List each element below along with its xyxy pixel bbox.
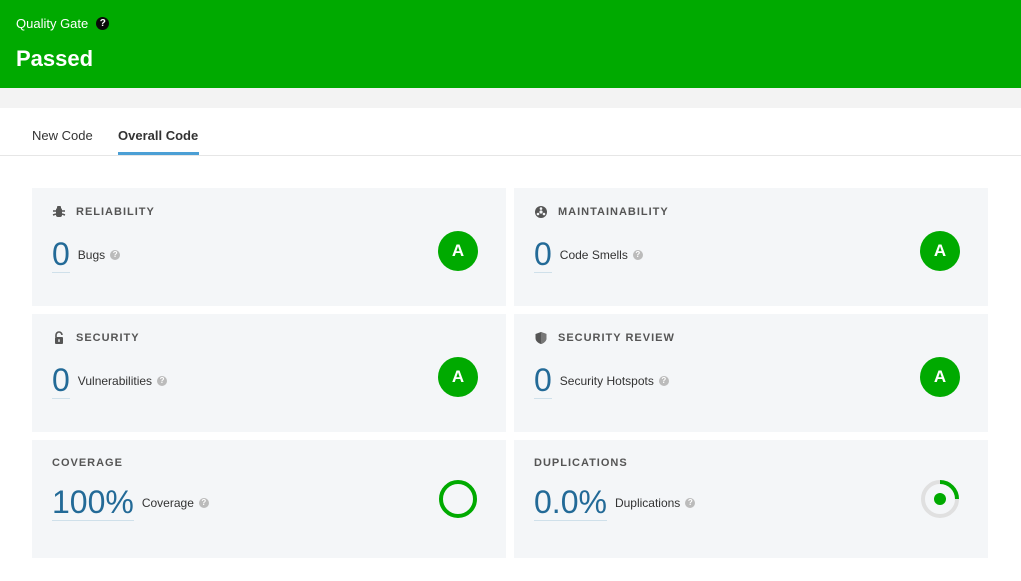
coverage-title: COVERAGE: [52, 457, 123, 469]
tab-overall-code[interactable]: Overall Code: [118, 128, 198, 143]
divider-strip: [0, 88, 1021, 108]
security-title-text: SECURITY: [76, 332, 140, 344]
duplications-title-text: DUPLICATIONS: [534, 457, 628, 469]
coverage-label-text: Coverage: [141, 495, 194, 510]
help-icon[interactable]: ?: [110, 249, 121, 260]
bug-icon: [52, 205, 66, 219]
security-review-card: SECURITY REVIEW 0 Security Hotspots? A: [514, 314, 988, 432]
help-icon[interactable]: ?: [685, 497, 696, 508]
code-smells-label-text: Code Smells: [559, 247, 628, 262]
quality-gate-label: Quality Gate ?: [16, 16, 110, 31]
vulnerabilities-metric: 0 Vulnerabilities?: [52, 362, 168, 399]
duplications-card: DUPLICATIONS 0.0% Duplications?: [514, 440, 988, 558]
help-icon[interactable]: ?: [96, 17, 110, 30]
help-icon[interactable]: ?: [157, 375, 168, 386]
security-hotspots-label: Security Hotspots?: [560, 374, 669, 388]
quality-gate-title: Quality Gate: [16, 16, 89, 31]
coverage-title-text: COVERAGE: [52, 457, 123, 469]
maintainability-title-text: MAINTAINABILITY: [558, 206, 669, 218]
bugs-metric: 0 Bugs?: [52, 236, 121, 273]
quality-gate-banner: Quality Gate ? Passed: [0, 0, 1021, 88]
coverage-label: Coverage?: [142, 496, 209, 510]
vulnerabilities-label-text: Vulnerabilities: [77, 373, 153, 388]
reliability-rating[interactable]: A: [438, 231, 478, 271]
help-icon[interactable]: ?: [658, 375, 669, 386]
duplications-title: DUPLICATIONS: [534, 457, 628, 469]
active-tab-indicator: [118, 152, 199, 155]
duplications-label: Duplications?: [614, 495, 696, 510]
tab-bar: New Code Overall Code: [0, 108, 1021, 156]
security-card: SECURITY 0 Vulnerabilities? A: [32, 314, 506, 432]
reliability-title-text: RELIABILITY: [76, 206, 155, 218]
coverage-metric: 100% Coverage?: [52, 484, 209, 521]
duplications-ring-icon[interactable]: [920, 479, 960, 519]
tab-new-code[interactable]: New Code: [32, 128, 93, 143]
help-icon[interactable]: ?: [198, 497, 209, 508]
bugs-label-text: Bugs: [77, 247, 106, 262]
shield-icon: [534, 331, 548, 345]
reliability-card: RELIABILITY 0 Bugs? A: [32, 188, 506, 306]
security-rating[interactable]: A: [438, 357, 478, 397]
code-smells-metric: 0 Code Smells?: [534, 236, 643, 273]
security-hotspots-label-text: Security Hotspots: [559, 373, 654, 388]
coverage-ring-icon[interactable]: [438, 479, 478, 519]
bugs-label: Bugs?: [77, 247, 121, 262]
vulnerabilities-label: Vulnerabilities?: [77, 373, 168, 388]
maintainability-card: MAINTAINABILITY 0 Code Smells? A: [514, 188, 988, 306]
duplications-metric: 0.0% Duplications?: [534, 484, 696, 521]
duplications-label-text: Duplications: [614, 495, 681, 510]
security-review-rating[interactable]: A: [920, 357, 960, 397]
coverage-card: COVERAGE 100% Coverage?: [32, 440, 506, 558]
unlock-icon: [52, 331, 66, 345]
security-review-title: SECURITY REVIEW: [534, 331, 675, 345]
security-title: SECURITY: [52, 331, 140, 345]
code-smells-label: Code Smells?: [560, 248, 643, 262]
security-hotspots-value[interactable]: 0: [534, 362, 552, 399]
code-smells-value[interactable]: 0: [534, 236, 552, 273]
bugs-value[interactable]: 0: [52, 236, 70, 273]
coverage-value[interactable]: 100%: [52, 484, 134, 521]
quality-gate-status: Passed: [16, 46, 94, 71]
maintainability-title: MAINTAINABILITY: [534, 205, 669, 219]
duplications-value[interactable]: 0.0%: [534, 484, 607, 521]
security-hotspots-metric: 0 Security Hotspots?: [534, 362, 669, 399]
maintainability-rating[interactable]: A: [920, 231, 960, 271]
radiation-icon: [534, 205, 548, 219]
reliability-title: RELIABILITY: [52, 205, 155, 219]
vulnerabilities-value[interactable]: 0: [52, 362, 70, 399]
help-icon[interactable]: ?: [632, 249, 643, 260]
security-review-title-text: SECURITY REVIEW: [558, 332, 675, 344]
